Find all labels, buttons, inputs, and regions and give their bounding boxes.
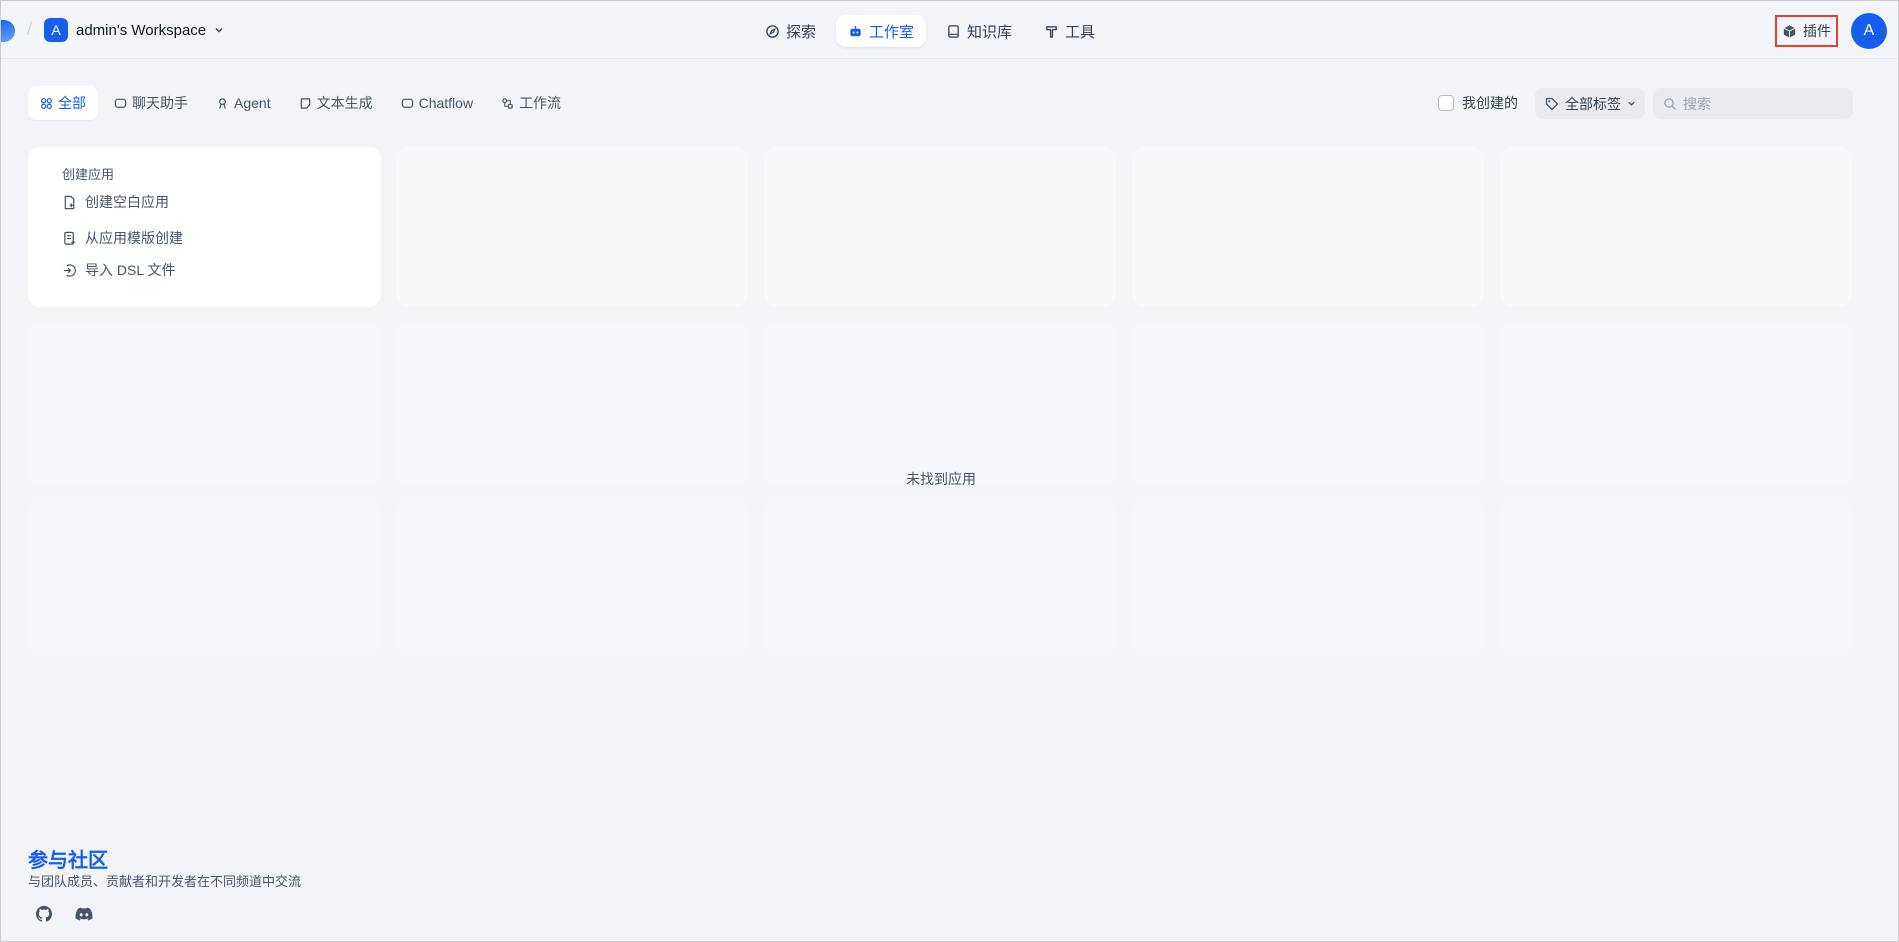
app-card-placeholder <box>1500 499 1852 659</box>
create-blank-app-label: 创建空白应用 <box>85 194 169 210</box>
main-nav: 探索 工作室 知识库 工具 <box>753 15 1107 47</box>
app-card-placeholder <box>764 147 1116 307</box>
app-card-placeholder <box>396 675 748 795</box>
app-type-tabs: 全部 聊天助手 Agent 文本生成 Chatflow 工作流 <box>28 86 573 120</box>
tag-icon <box>1545 97 1559 110</box>
nav-knowledge[interactable]: 知识库 <box>934 15 1024 47</box>
top-bar: / A admin's Workspace 探索 工作室 知识库 工具 插件 A <box>1 1 1898 59</box>
tag-filter-label: 全部标签 <box>1565 95 1621 112</box>
create-app-card: 创建应用 创建空白应用 从应用模版创建 导入 DSL 文件 <box>28 147 381 307</box>
compass-icon <box>766 24 779 38</box>
tag-filter-dropdown[interactable]: 全部标签 <box>1535 88 1645 119</box>
tab-completion-label: 文本生成 <box>316 95 373 111</box>
app-card-placeholder <box>28 499 380 659</box>
community-subtitle: 与团队成员、贡献者和开发者在不同频道中交流 <box>28 874 302 889</box>
file-plus-icon <box>64 195 75 209</box>
tab-chatflow-label: Chatflow <box>418 95 474 111</box>
plugin-button[interactable]: 插件 <box>1775 15 1838 47</box>
tab-agent-label: Agent <box>234 95 271 111</box>
workspace-avatar: A <box>44 18 68 42</box>
workspace-name: admin's Workspace <box>76 21 207 39</box>
app-card-placeholder <box>396 499 748 659</box>
nav-studio[interactable]: 工作室 <box>836 15 927 47</box>
hammer-icon <box>1046 25 1057 38</box>
workflow-icon <box>502 97 513 109</box>
discord-link[interactable] <box>75 905 97 927</box>
note-icon <box>300 97 310 109</box>
app-card-placeholder <box>396 147 748 307</box>
app-card-placeholder <box>1500 147 1852 307</box>
app-card-placeholder <box>1132 147 1484 307</box>
cube-icon <box>1783 24 1796 38</box>
agent-icon <box>219 97 226 109</box>
chevron-down-icon <box>1628 101 1635 106</box>
github-icon <box>35 905 53 922</box>
app-card-placeholder <box>764 675 1116 795</box>
app-card-placeholder <box>1132 675 1484 795</box>
search-icon <box>1664 97 1676 110</box>
tab-workflow[interactable]: 工作流 <box>489 86 573 120</box>
nav-tools-label: 工具 <box>1065 23 1096 41</box>
github-link[interactable] <box>35 905 57 927</box>
created-by-me-filter[interactable]: 我创建的 <box>1438 93 1518 113</box>
breadcrumb-separator: / <box>27 19 33 39</box>
app-card-placeholder <box>1132 323 1484 483</box>
robot-icon <box>850 25 861 36</box>
nav-studio-label: 工作室 <box>869 23 915 41</box>
empty-state-text: 未找到应用 <box>906 471 976 487</box>
workspace-switcher[interactable]: A admin's Workspace <box>44 18 224 42</box>
chat-bubble-icon <box>114 98 127 108</box>
grid-icon <box>41 97 52 109</box>
import-dsl-button[interactable]: 导入 DSL 文件 <box>62 259 176 281</box>
tab-chat[interactable]: 聊天助手 <box>102 86 200 120</box>
book-icon <box>948 24 959 38</box>
nav-tools[interactable]: 工具 <box>1032 15 1107 47</box>
tab-all[interactable]: 全部 <box>28 86 98 120</box>
discord-icon <box>75 907 93 921</box>
app-card-placeholder <box>1132 499 1484 659</box>
chevron-down-icon <box>215 28 223 33</box>
app-card-placeholder <box>1500 323 1852 483</box>
tab-chat-label: 聊天助手 <box>132 95 188 111</box>
nav-explore-label: 探索 <box>786 23 817 41</box>
chatflow-icon <box>401 98 413 108</box>
user-avatar[interactable]: A <box>1851 13 1887 49</box>
search-box <box>1653 88 1853 119</box>
nav-knowledge-label: 知识库 <box>967 23 1013 41</box>
template-icon <box>64 231 76 245</box>
app-card-placeholder <box>396 323 748 483</box>
tab-agent[interactable]: Agent <box>204 86 283 120</box>
import-icon <box>63 263 76 277</box>
search-input[interactable] <box>1683 95 1843 112</box>
nav-explore[interactable]: 探索 <box>753 15 828 47</box>
import-dsl-label: 导入 DSL 文件 <box>85 262 176 278</box>
created-by-me-label: 我创建的 <box>1462 95 1518 111</box>
app-card-placeholder <box>764 499 1116 659</box>
create-from-template-label: 从应用模版创建 <box>85 230 183 246</box>
plugin-label: 插件 <box>1803 23 1831 39</box>
tab-chatflow[interactable]: Chatflow <box>389 86 485 120</box>
app-card-placeholder <box>28 323 380 483</box>
tab-workflow-label: 工作流 <box>519 95 562 111</box>
create-from-template-button[interactable]: 从应用模版创建 <box>62 227 183 249</box>
logo[interactable] <box>1 20 15 42</box>
created-by-me-checkbox[interactable] <box>1438 95 1454 111</box>
create-blank-app-button[interactable]: 创建空白应用 <box>62 191 169 213</box>
community-title: 参与社区 <box>28 850 108 872</box>
tab-completion[interactable]: 文本生成 <box>287 86 385 120</box>
create-app-title: 创建应用 <box>62 167 115 182</box>
tab-all-label: 全部 <box>58 95 86 111</box>
app-card-placeholder <box>764 323 1116 483</box>
